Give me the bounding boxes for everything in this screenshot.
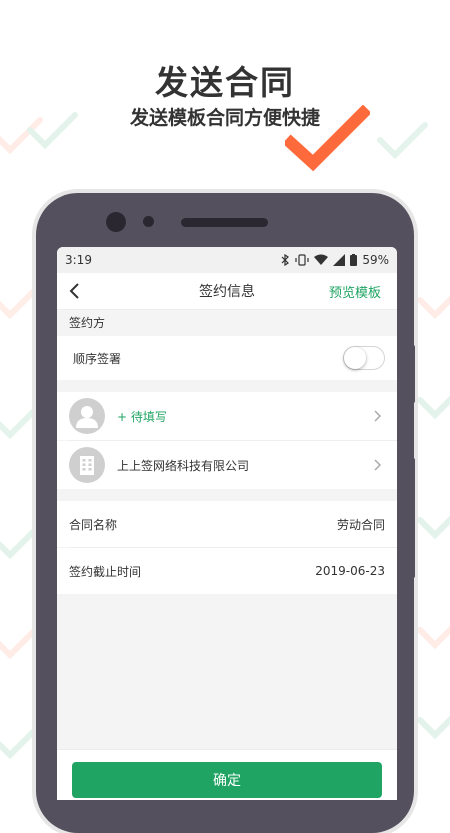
deadline-row[interactable]: 签约截止时间 2019-06-23 <box>57 548 397 594</box>
sequential-signing-row: 顺序签署 <box>57 336 397 380</box>
bottom-bar: 确定 <box>57 749 397 800</box>
deadline-label: 签约截止时间 <box>69 564 142 579</box>
sensor <box>143 216 154 227</box>
empty-area <box>57 594 397 749</box>
person-icon <box>69 398 105 434</box>
chevron-right-icon <box>371 459 385 471</box>
chevron-right-icon <box>371 410 385 422</box>
sequential-signing-toggle[interactable] <box>343 346 385 370</box>
vibrate-icon <box>295 254 309 266</box>
signer-name: 上上签网络科技有限公司 <box>117 458 250 473</box>
wifi-icon <box>314 254 329 265</box>
contract-name-label: 合同名称 <box>69 517 118 532</box>
sequential-signing-label: 顺序签署 <box>73 351 122 366</box>
signer-name: + 待填写 <box>117 409 167 424</box>
confirm-button[interactable]: 确定 <box>72 762 382 798</box>
nav-bar: 签约信息 预览模板 <box>57 273 397 310</box>
section-gap <box>57 489 397 501</box>
checkmark-icon <box>285 105 370 172</box>
front-camera <box>106 212 126 232</box>
promo-headline: 发送合同 <box>155 63 295 102</box>
back-button[interactable] <box>57 273 93 309</box>
status-bar: 3:19 59% <box>57 247 397 273</box>
battery-icon <box>350 254 358 266</box>
deadline-value: 2019-06-23 <box>315 564 385 578</box>
preview-template-link[interactable]: 预览模板 <box>329 282 381 301</box>
battery-percent: 59% <box>362 253 389 267</box>
building-icon <box>69 447 105 483</box>
contract-name-row[interactable]: 合同名称 劳动合同 <box>57 501 397 547</box>
signer-row-company[interactable]: 上上签网络科技有限公司 <box>57 441 397 489</box>
promo-subline: 发送模板合同方便快捷 <box>129 107 320 129</box>
chevron-left-icon <box>69 283 79 299</box>
contract-name-value: 劳动合同 <box>336 517 385 532</box>
volume-button <box>409 345 415 403</box>
signers-section-label: 签约方 <box>57 310 397 336</box>
signal-icon <box>333 254 346 266</box>
power-button <box>409 458 415 578</box>
toggle-knob <box>344 347 366 369</box>
earpiece-speaker <box>181 218 268 227</box>
status-time: 3:19 <box>65 253 92 267</box>
app-screen: 3:19 59% 签约信息 预览模板 签约方 顺序签署 + 待填写 上上签网络科… <box>57 247 397 800</box>
section-gap <box>57 380 397 392</box>
signer-row-pending[interactable]: + 待填写 <box>57 392 397 440</box>
bluetooth-icon <box>281 254 290 266</box>
